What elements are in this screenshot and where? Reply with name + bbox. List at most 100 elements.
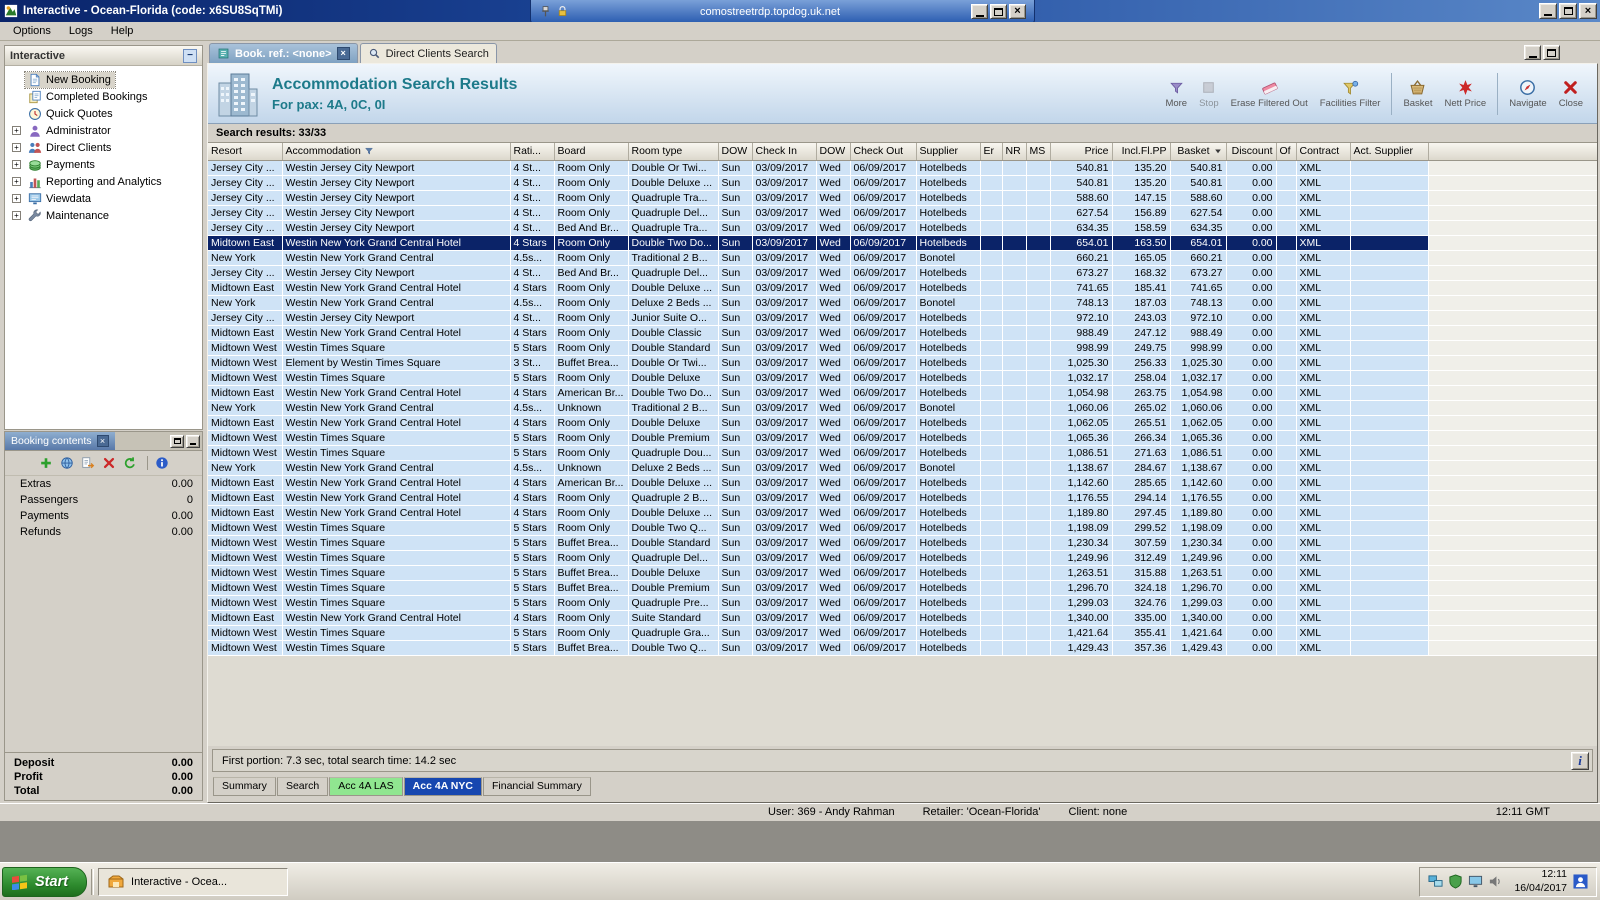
result-row[interactable]: Jersey City ... Westin Jersey City Newpor… xyxy=(208,160,1597,176)
maximize-button[interactable] xyxy=(1559,3,1577,19)
result-row[interactable]: New York Westin New York Grand Central 4.5… xyxy=(208,295,1597,311)
column-incl-fl-pp[interactable]: Incl.Fl.PP xyxy=(1112,143,1171,161)
sidebar-item-administrator[interactable]: + Administrator xyxy=(5,122,202,139)
view-tab-summary[interactable]: Summary xyxy=(213,777,276,796)
result-row[interactable]: Midtown West Westin Times Square 5 Stars Ro… xyxy=(208,520,1597,536)
result-row[interactable]: Midtown East Westin New York Grand Centra… xyxy=(208,610,1597,626)
sidebar-item-payments[interactable]: + Payments xyxy=(5,156,202,173)
column-check-out[interactable]: Check Out xyxy=(850,143,917,161)
result-row[interactable]: Jersey City ... Westin Jersey City Newpor… xyxy=(208,265,1597,281)
view-tab-search[interactable]: Search xyxy=(276,777,329,796)
booking-contents-tab[interactable]: Booking contents × xyxy=(5,432,115,450)
close-button[interactable]: Close xyxy=(1553,76,1589,112)
add-button[interactable] xyxy=(39,456,53,470)
display-icon[interactable] xyxy=(1468,874,1483,889)
result-row[interactable]: Midtown East Westin New York Grand Centra… xyxy=(208,325,1597,341)
result-row[interactable]: Midtown West Westin Times Square 5 Stars Ro… xyxy=(208,550,1597,566)
basket-button[interactable]: Basket xyxy=(1397,76,1438,112)
refresh-button[interactable] xyxy=(123,456,137,470)
result-row[interactable]: Jersey City ... Westin Jersey City Newpor… xyxy=(208,175,1597,191)
booking-row-refunds[interactable]: Refunds 0.00 xyxy=(5,524,202,540)
view-tab-acc-4a-las[interactable]: Acc 4A LAS xyxy=(329,777,403,796)
info-panel-button[interactable]: i xyxy=(1571,752,1589,770)
result-row[interactable]: Midtown East Westin New York Grand Centra… xyxy=(208,475,1597,491)
booking-close-icon[interactable]: × xyxy=(96,435,109,447)
result-row[interactable]: Midtown West Westin Times Square 5 Stars Bu… xyxy=(208,640,1597,656)
result-row[interactable]: New York Westin New York Grand Central 4.5… xyxy=(208,400,1597,416)
navigate-button[interactable]: Navigate xyxy=(1503,76,1553,112)
user-session-icon[interactable] xyxy=(1573,874,1588,889)
column-of[interactable]: Of xyxy=(1276,143,1297,161)
export-button[interactable] xyxy=(81,456,95,470)
result-row[interactable]: Midtown East Westin New York Grand Centra… xyxy=(208,235,1597,251)
result-row[interactable]: Midtown East Westin New York Grand Centra… xyxy=(208,415,1597,431)
result-row[interactable]: Midtown West Westin Times Square 5 Stars Bu… xyxy=(208,565,1597,581)
facilities-filter-button[interactable]: Facilities Filter xyxy=(1314,76,1387,112)
rdp-restore-button[interactable] xyxy=(990,4,1007,19)
menu-options[interactable]: Options xyxy=(4,23,60,39)
result-row[interactable]: Midtown East Westin New York Grand Centra… xyxy=(208,505,1597,521)
view-tab-acc-4a-nyc[interactable]: Acc 4A NYC xyxy=(403,777,482,796)
booking-minimize-button[interactable] xyxy=(186,434,200,448)
booking-restore-button[interactable] xyxy=(170,434,184,448)
result-row[interactable]: Jersey City ... Westin Jersey City Newpor… xyxy=(208,190,1597,206)
menu-logs[interactable]: Logs xyxy=(60,23,102,39)
sidebar-item-direct-clients[interactable]: + Direct Clients xyxy=(5,139,202,156)
sidebar-item-reporting-and-analytics[interactable]: + Reporting and Analytics xyxy=(5,173,202,190)
expander-plus-icon[interactable]: + xyxy=(12,177,21,186)
booking-row-extras[interactable]: Extras 0.00 xyxy=(5,476,202,492)
column-board[interactable]: Board xyxy=(554,143,629,161)
column-resort[interactable]: Resort xyxy=(208,143,283,161)
sidebar-item-maintenance[interactable]: + Maintenance xyxy=(5,207,202,224)
result-row[interactable]: Midtown East Westin New York Grand Centra… xyxy=(208,385,1597,401)
sidebar-item-completed-bookings[interactable]: Completed Bookings xyxy=(5,88,202,105)
info-button[interactable] xyxy=(146,456,169,470)
view-tab-financial-summary[interactable]: Financial Summary xyxy=(482,777,591,796)
nett-price-button[interactable]: Nett Price xyxy=(1438,76,1492,112)
expander-plus-icon[interactable]: + xyxy=(12,126,21,135)
mdi-restore-button[interactable] xyxy=(1543,45,1560,60)
result-row[interactable]: Midtown East Westin New York Grand Centra… xyxy=(208,280,1597,296)
volume-icon[interactable] xyxy=(1488,874,1503,889)
result-row[interactable]: Midtown West Westin Times Square 5 Stars Ro… xyxy=(208,370,1597,386)
mdi-minimize-button[interactable] xyxy=(1524,45,1541,60)
column-basket[interactable]: Basket xyxy=(1170,143,1227,161)
tab-close-icon[interactable]: × xyxy=(336,47,350,60)
start-button[interactable]: Start xyxy=(2,866,88,897)
booking-row-passengers[interactable]: Passengers 0 xyxy=(5,492,202,508)
erase-filtered-out-button[interactable]: Erase Filtered Out xyxy=(1225,76,1314,112)
column-supplier[interactable]: Supplier xyxy=(916,143,981,161)
web-button[interactable] xyxy=(60,456,74,470)
column-check-in[interactable]: Check In xyxy=(752,143,817,161)
expander-plus-icon[interactable]: + xyxy=(12,211,21,220)
result-row[interactable]: Midtown West Westin Times Square 5 Stars Ro… xyxy=(208,625,1597,641)
tab-book-ref-none[interactable]: Book. ref.: <none> × xyxy=(209,43,358,63)
rdp-close-button[interactable]: × xyxy=(1009,4,1026,19)
stop-button[interactable]: Stop xyxy=(1193,76,1225,112)
result-row[interactable]: Jersey City ... Westin Jersey City Newpor… xyxy=(208,205,1597,221)
column-room-type[interactable]: Room type xyxy=(628,143,719,161)
result-row[interactable]: New York Westin New York Grand Central 4.5… xyxy=(208,250,1597,266)
result-row[interactable]: Midtown West Westin Times Square 5 Stars Bu… xyxy=(208,580,1597,596)
result-row[interactable]: Midtown East Westin New York Grand Centra… xyxy=(208,490,1597,506)
column-er[interactable]: Er xyxy=(980,143,1003,161)
pin-icon[interactable] xyxy=(539,5,552,18)
close-button[interactable]: × xyxy=(1579,3,1597,19)
network-icon[interactable] xyxy=(1428,874,1443,889)
result-row[interactable]: Jersey City ... Westin Jersey City Newpor… xyxy=(208,310,1597,326)
column-act-supplier[interactable]: Act. Supplier xyxy=(1350,143,1429,161)
result-row[interactable]: Jersey City ... Westin Jersey City Newpor… xyxy=(208,220,1597,236)
taskbar-task-button[interactable]: Interactive - Ocea... xyxy=(98,867,289,896)
booking-row-payments[interactable]: Payments 0.00 xyxy=(5,508,202,524)
column-rati[interactable]: Rati... xyxy=(510,143,555,161)
sidebar-item-quick-quotes[interactable]: Quick Quotes xyxy=(5,105,202,122)
collapse-panel-button[interactable]: − xyxy=(183,48,197,63)
taskbar-clock[interactable]: 12:11 16/04/2017 xyxy=(1514,868,1567,894)
column-discount[interactable]: Discount xyxy=(1226,143,1277,161)
tab-direct-clients-search[interactable]: Direct Clients Search xyxy=(359,43,497,63)
menu-help[interactable]: Help xyxy=(102,23,143,39)
result-row[interactable]: Midtown West Westin Times Square 5 Stars Ro… xyxy=(208,595,1597,611)
column-dow[interactable]: DOW xyxy=(816,143,851,161)
expander-plus-icon[interactable]: + xyxy=(12,194,21,203)
antivirus-icon[interactable] xyxy=(1448,874,1463,889)
